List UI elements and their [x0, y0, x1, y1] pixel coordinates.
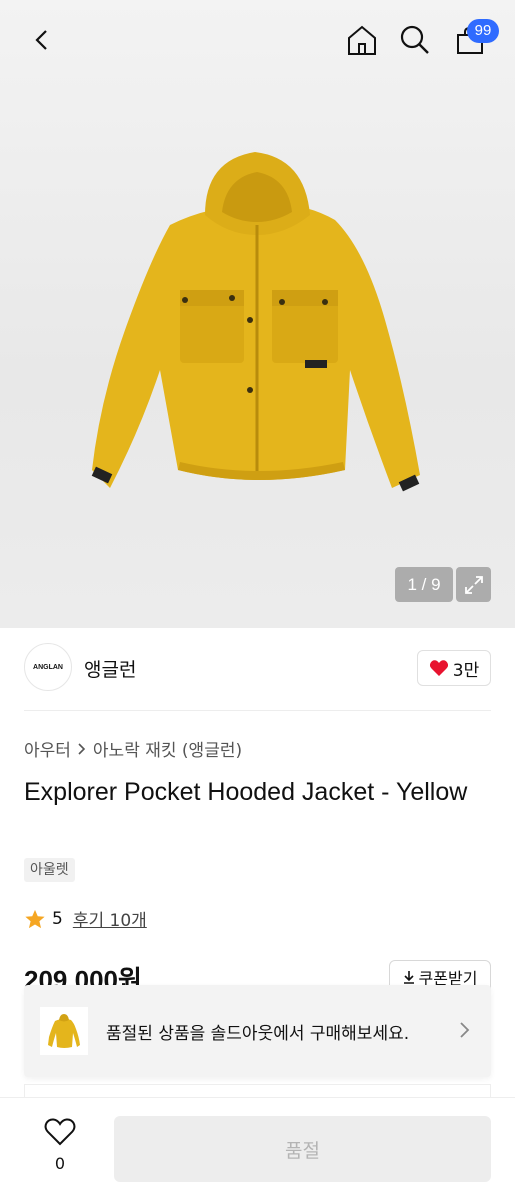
brand-like-button[interactable]: 3만	[417, 650, 491, 686]
outlet-tag: 아울렛	[24, 858, 75, 882]
chevron-right-icon	[460, 1022, 470, 1038]
product-title: Explorer Pocket Hooded Jacket - Yellow	[24, 778, 468, 806]
search-button[interactable]	[393, 18, 437, 62]
rating-row: 5 후기 10개	[24, 906, 147, 931]
cart-count-badge: 99	[467, 19, 499, 43]
jacket-image	[91, 152, 420, 492]
like-count: 3만	[452, 660, 480, 681]
review-link[interactable]: 후기 10개	[73, 906, 147, 931]
soldout-banner[interactable]: 품절된 상품을 솔드아웃에서 구매해보세요.	[24, 985, 491, 1077]
breadcrumb-category[interactable]: 아우터	[24, 736, 71, 761]
back-icon	[35, 30, 47, 50]
expand-icon	[464, 575, 483, 594]
home-button[interactable]	[340, 18, 384, 62]
brand-logo[interactable]: ANGLAN	[24, 643, 72, 691]
breadcrumb-subcategory[interactable]: 아노락 재킷 (앵글런)	[93, 736, 242, 761]
top-header: 99	[0, 0, 515, 80]
brand-row: ANGLAN 앵글런 3만	[24, 643, 491, 695]
download-icon	[403, 971, 414, 984]
image-counter: 1 / 9	[395, 567, 453, 602]
product-image-gallery[interactable]: 1 / 9	[0, 0, 515, 628]
brand-logo-text: ANGLAN	[33, 663, 63, 671]
soldout-purchase-button[interactable]: 품절	[114, 1116, 491, 1182]
wishlist-count: 0	[54, 1154, 66, 1173]
search-icon	[400, 25, 429, 54]
bottom-action-bar: 0 품절	[0, 1097, 515, 1201]
heart-filled-icon	[429, 660, 448, 676]
star-icon	[25, 909, 45, 928]
chevron-right-icon	[78, 742, 86, 755]
divider	[24, 710, 491, 711]
rating-score: 5	[52, 908, 63, 929]
brand-name[interactable]: 앵글런	[84, 655, 136, 682]
soldout-banner-text: 품절된 상품을 솔드아웃에서 구매해보세요.	[106, 1024, 410, 1044]
home-icon	[348, 25, 376, 55]
jacket-thumbnail	[40, 1007, 88, 1055]
expand-image-button[interactable]	[456, 567, 491, 602]
back-button[interactable]	[20, 18, 64, 62]
purchase-button-label: 품절	[285, 1139, 320, 1162]
wishlist-button[interactable]: 0	[36, 1118, 84, 1173]
breadcrumb: 아우터 아노락 재킷 (앵글런)	[24, 736, 242, 761]
heart-outline-icon	[44, 1118, 76, 1146]
